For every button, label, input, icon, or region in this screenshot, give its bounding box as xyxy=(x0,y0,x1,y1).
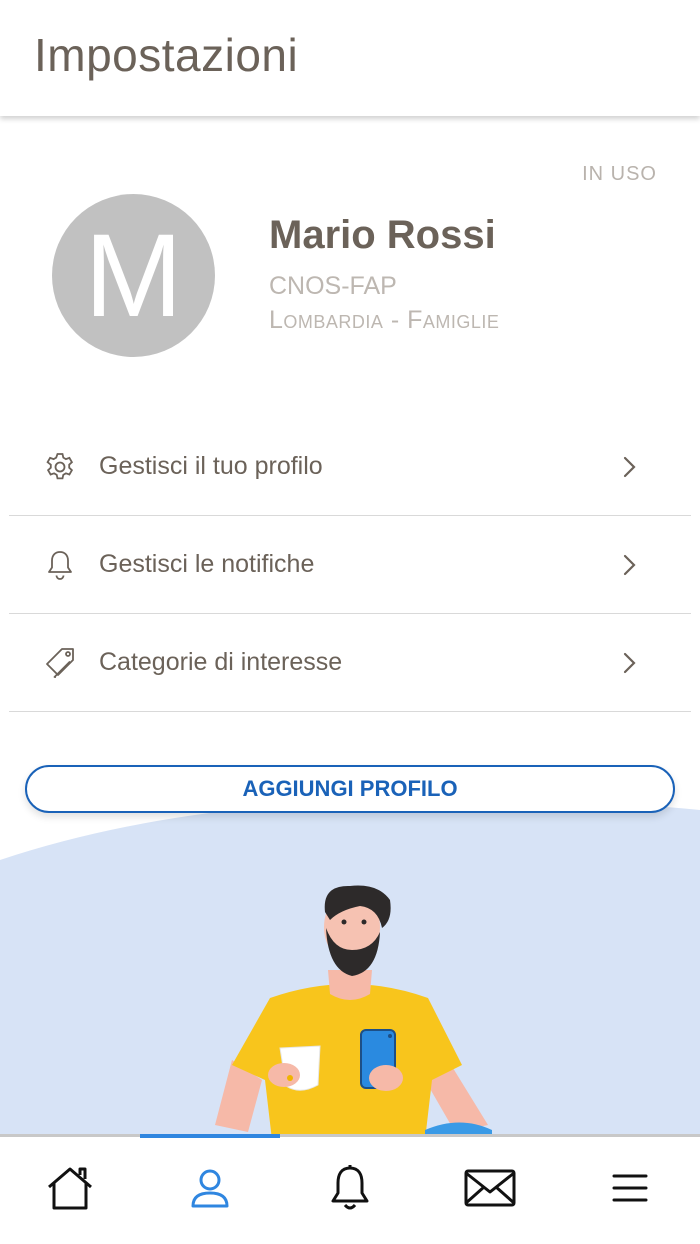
settings-menu: Gestisci il tuo profilo Gestisci le noti… xyxy=(9,418,691,712)
app-header: Impostazioni xyxy=(0,0,700,116)
user-icon xyxy=(189,1167,231,1214)
tab-home[interactable] xyxy=(0,1137,140,1244)
mail-icon xyxy=(464,1168,516,1213)
gear-icon xyxy=(43,450,77,484)
page-title: Impostazioni xyxy=(34,29,299,81)
bottom-tab-bar xyxy=(0,1134,700,1244)
menu-item-interest-categories[interactable]: Categorie di interesse xyxy=(9,614,691,712)
chevron-right-icon xyxy=(619,651,639,675)
profile-name: Mario Rossi xyxy=(269,213,496,257)
chevron-right-icon xyxy=(619,455,639,479)
home-icon xyxy=(45,1165,95,1216)
avatar: M xyxy=(52,194,215,357)
menu-icon xyxy=(611,1172,649,1209)
bell-icon xyxy=(43,548,77,582)
menu-item-label: Gestisci il tuo profilo xyxy=(99,452,323,480)
tab-notifications[interactable] xyxy=(280,1137,420,1244)
add-profile-button[interactable]: AGGIUNGI PROFILO xyxy=(25,765,675,813)
bell-icon xyxy=(330,1164,370,1217)
tab-messages[interactable] xyxy=(420,1137,560,1244)
profile-organization: CNOS-FAP xyxy=(269,272,397,300)
chevron-right-icon xyxy=(619,553,639,577)
in-use-label: IN USO xyxy=(582,163,657,185)
menu-item-label: Categorie di interesse xyxy=(99,648,343,676)
tab-profile[interactable] xyxy=(140,1137,280,1244)
menu-item-manage-profile[interactable]: Gestisci il tuo profilo xyxy=(9,418,691,516)
tags-icon xyxy=(43,646,77,680)
menu-item-label: Gestisci le notifiche xyxy=(99,550,315,578)
profile-region: Lombardia - Famiglie xyxy=(269,306,500,334)
illustration xyxy=(0,780,700,1140)
tab-menu[interactable] xyxy=(560,1137,700,1244)
menu-item-manage-notifications[interactable]: Gestisci le notifiche xyxy=(9,516,691,614)
